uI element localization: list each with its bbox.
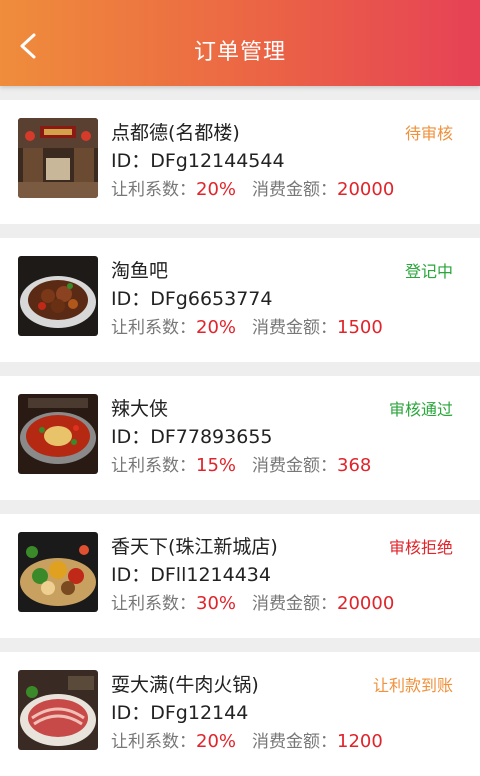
discount-value: 20% [196,179,237,200]
restaurant-thumbnail [18,256,98,336]
order-list: 点都德(名都楼) ID：DFg12144544 让利系数：20% 消费金额：200… [0,100,480,776]
amount-value: 1200 [337,731,383,752]
page-title: 订单管理 [193,40,286,65]
status-badge: 审核通过 [388,400,453,419]
status-badge: 待审核 [404,124,453,143]
order-id: ID：DFg12144 [111,702,249,724]
status-badge: 登记中 [404,262,453,281]
amount-value: 1500 [337,317,383,338]
amount-value: 368 [337,455,372,476]
amount-value: 20000 [337,179,395,200]
discount-value: 15% [196,455,237,476]
discount-label: 让利系数： [111,732,196,752]
amount-label: 消费金额： [252,594,338,614]
order-card[interactable]: 辣大侠 ID：DF77893655 让利系数：15% 消费金额：368 审核通过 [0,376,480,500]
restaurant-thumbnail [18,394,98,474]
discount-label: 让利系数： [111,180,196,200]
order-id: ID：DF77893655 [111,426,273,448]
amount-label: 消费金额： [252,318,338,338]
order-card[interactable]: 点都德(名都楼) ID：DFg12144544 让利系数：20% 消费金额：200… [0,100,480,224]
restaurant-name: 淘鱼吧 [111,260,169,282]
order-meta: 让利系数：20% 消费金额：20000 [111,175,394,200]
order-id: ID：DFg6653774 [111,288,273,310]
restaurant-name: 点都德(名都楼) [111,122,240,144]
discount-value: 30% [196,593,237,614]
amount-label: 消费金额： [252,732,338,752]
restaurant-thumbnail [18,670,98,750]
order-meta: 让利系数：30% 消费金额：20000 [111,589,394,614]
discount-value: 20% [196,317,237,338]
order-meta: 让利系数：20% 消费金额：1500 [111,313,383,338]
app-header: 订单管理 [0,0,480,86]
order-meta: 让利系数：15% 消费金额：368 [111,451,371,476]
restaurant-name: 耍大满(牛肉火锅) [111,674,259,696]
restaurant-name: 香天下(珠江新城店) [111,536,278,558]
amount-value: 20000 [337,593,395,614]
order-meta: 让利系数：20% 消费金额：1200 [111,727,383,752]
status-badge: 让利款到账 [372,676,453,695]
order-card[interactable]: 香天下(珠江新城店) ID：DFll1214434 让利系数：30% 消费金额：2… [0,514,480,638]
restaurant-thumbnail [18,118,98,198]
restaurant-thumbnail [18,532,98,612]
order-card[interactable]: 耍大满(牛肉火锅) ID：DFg12144 让利系数：20% 消费金额：1200 … [0,652,480,776]
restaurant-name: 辣大侠 [111,398,169,420]
amount-label: 消费金额： [252,180,338,200]
order-id: ID：DFg12144544 [111,150,285,172]
order-id: ID：DFll1214434 [111,564,271,586]
order-card[interactable]: 淘鱼吧 ID：DFg6653774 让利系数：20% 消费金额：1500 登记中 [0,238,480,362]
status-badge: 审核拒绝 [388,538,453,557]
discount-label: 让利系数： [111,594,196,614]
discount-value: 20% [196,731,237,752]
discount-label: 让利系数： [111,318,196,338]
discount-label: 让利系数： [111,456,196,476]
amount-label: 消费金额： [252,456,338,476]
